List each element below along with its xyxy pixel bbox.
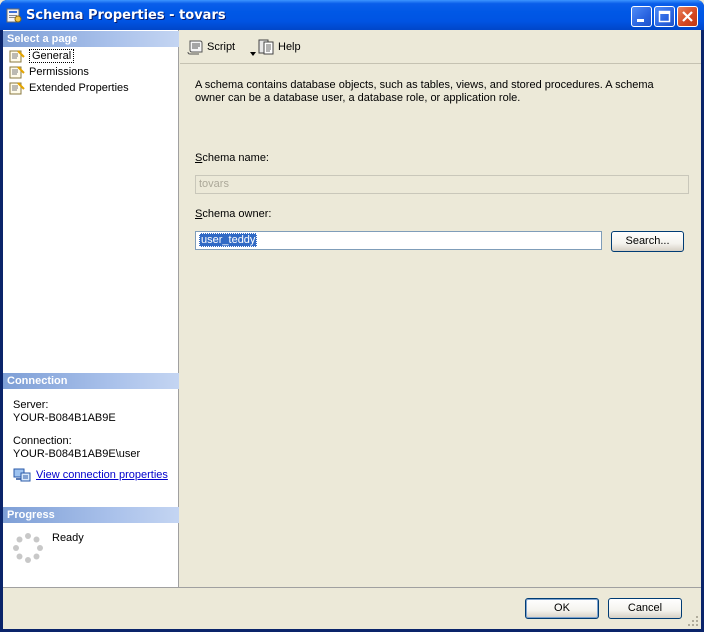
connection-value: YOUR-B084B1AB9E\user xyxy=(13,448,141,460)
help-icon xyxy=(258,39,274,55)
progress-spinner-icon xyxy=(13,533,43,563)
minimize-icon xyxy=(637,19,644,22)
cancel-button[interactable]: Cancel xyxy=(608,598,682,619)
ok-button[interactable]: OK xyxy=(525,598,599,619)
right-pane: Script Help A schema contains database o… xyxy=(180,30,701,587)
page-extended-properties-label: Extended Properties xyxy=(29,82,129,94)
schema-properties-window: Schema Properties - tovars Select a page… xyxy=(0,0,704,632)
left-pane: Select a page General Permissions Extend… xyxy=(3,30,179,587)
help-label: Help xyxy=(278,41,301,53)
title-bar[interactable]: Schema Properties - tovars xyxy=(0,0,704,30)
progress-header: Progress xyxy=(3,507,179,523)
database-properties-icon xyxy=(6,8,22,23)
search-button[interactable]: Search... xyxy=(611,231,684,252)
resize-grip-icon[interactable] xyxy=(687,615,699,627)
server-label: Server: xyxy=(13,399,49,411)
view-connection-properties-label: View connection properties xyxy=(36,469,168,481)
connection-label: Connection: xyxy=(13,435,72,447)
page-general[interactable]: General xyxy=(7,49,75,64)
schema-description: A schema contains database objects, such… xyxy=(195,79,654,104)
schema-name-label-text: chema name: xyxy=(202,152,269,164)
schema-owner-label: Schema owner: xyxy=(195,208,271,220)
maximize-icon xyxy=(658,10,671,23)
schema-owner-value: user_teddy xyxy=(199,233,258,247)
page-icon xyxy=(9,66,25,79)
window-title: Schema Properties - tovars xyxy=(26,8,226,23)
page-icon xyxy=(9,82,25,95)
view-connection-properties-link[interactable]: View connection properties xyxy=(13,467,168,483)
page-extended-properties[interactable]: Extended Properties xyxy=(7,81,129,96)
schema-name-label: Schema name: xyxy=(195,152,269,164)
script-button[interactable]: Script xyxy=(187,38,256,56)
page-general-label: General xyxy=(29,49,75,63)
dialog-footer: OK Cancel xyxy=(3,587,701,629)
page-permissions-label: Permissions xyxy=(29,66,89,78)
connection-header: Connection xyxy=(3,373,179,389)
close-button[interactable] xyxy=(677,6,698,27)
chevron-down-icon[interactable] xyxy=(250,52,256,56)
schema-name-value: tovars xyxy=(199,178,229,190)
progress-status: Ready xyxy=(52,532,84,544)
toolbar: Script Help xyxy=(180,30,701,64)
schema-name-field[interactable]: tovars xyxy=(195,175,689,194)
script-label: Script xyxy=(207,41,236,53)
select-page-header: Select a page xyxy=(3,31,179,47)
minimize-button[interactable] xyxy=(631,6,652,27)
server-value: YOUR-B084B1AB9E xyxy=(13,412,116,424)
schema-owner-field[interactable]: user_teddy xyxy=(195,231,602,250)
help-button[interactable]: Help xyxy=(258,38,308,56)
script-icon xyxy=(187,40,203,55)
maximize-button[interactable] xyxy=(654,6,675,27)
page-icon xyxy=(9,50,25,63)
schema-owner-label-text: chema owner: xyxy=(202,208,272,220)
connection-properties-icon xyxy=(13,468,31,482)
page-permissions[interactable]: Permissions xyxy=(7,65,89,80)
close-icon xyxy=(682,11,693,22)
dialog-body: Select a page General Permissions Extend… xyxy=(3,30,701,629)
